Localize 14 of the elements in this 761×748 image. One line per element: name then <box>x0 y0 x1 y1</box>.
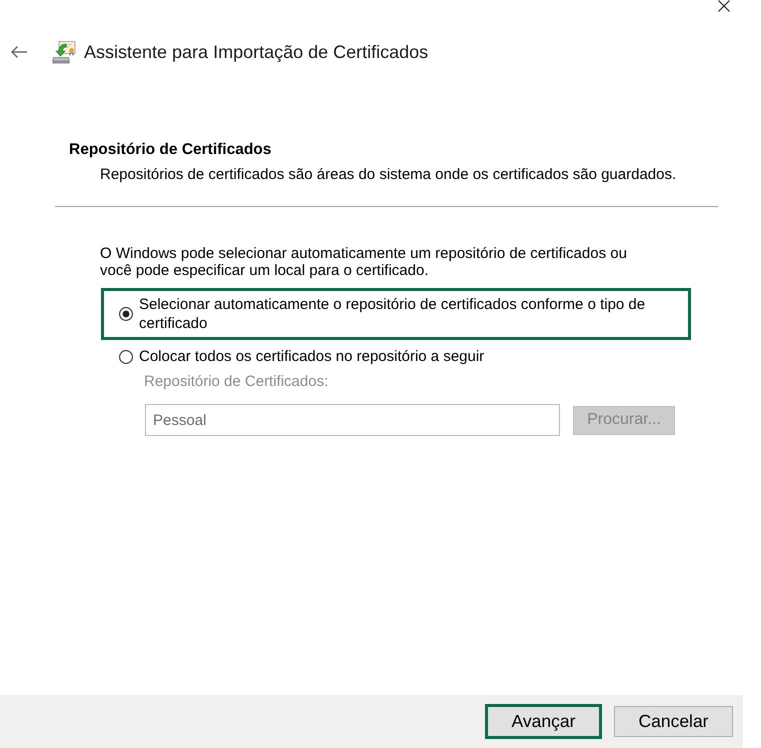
back-arrow-icon[interactable] <box>10 45 28 59</box>
radio-icon[interactable] <box>119 307 133 321</box>
radio-label[interactable]: Colocar todos os certificados no repositório a seguir <box>139 347 484 366</box>
close-icon[interactable] <box>718 0 730 12</box>
page-subtitle: Repositórios de certificados são áreas do sistema onde os certificados são guardados. <box>100 165 676 184</box>
page-title: Repositório de Certificados <box>69 140 272 159</box>
wizard-title: Assistente para Importação de Certificados <box>84 41 428 63</box>
store-label: Repositório de Certificados: <box>144 373 328 390</box>
footer-button[interactable]: Cancelar <box>614 706 733 737</box>
radio-label[interactable]: Selecionar automaticamente o repositório de certificados conforme o tipo de certificado <box>139 295 684 333</box>
footer-button[interactable]: Avançar <box>485 704 602 739</box>
radio-icon[interactable] <box>119 350 133 364</box>
intro-text: O Windows pode selecionar automaticamente um repositório de certificados ou você pode especificar um local para o certificado. <box>100 245 628 279</box>
certificate-arrow-icon <box>52 40 76 64</box>
